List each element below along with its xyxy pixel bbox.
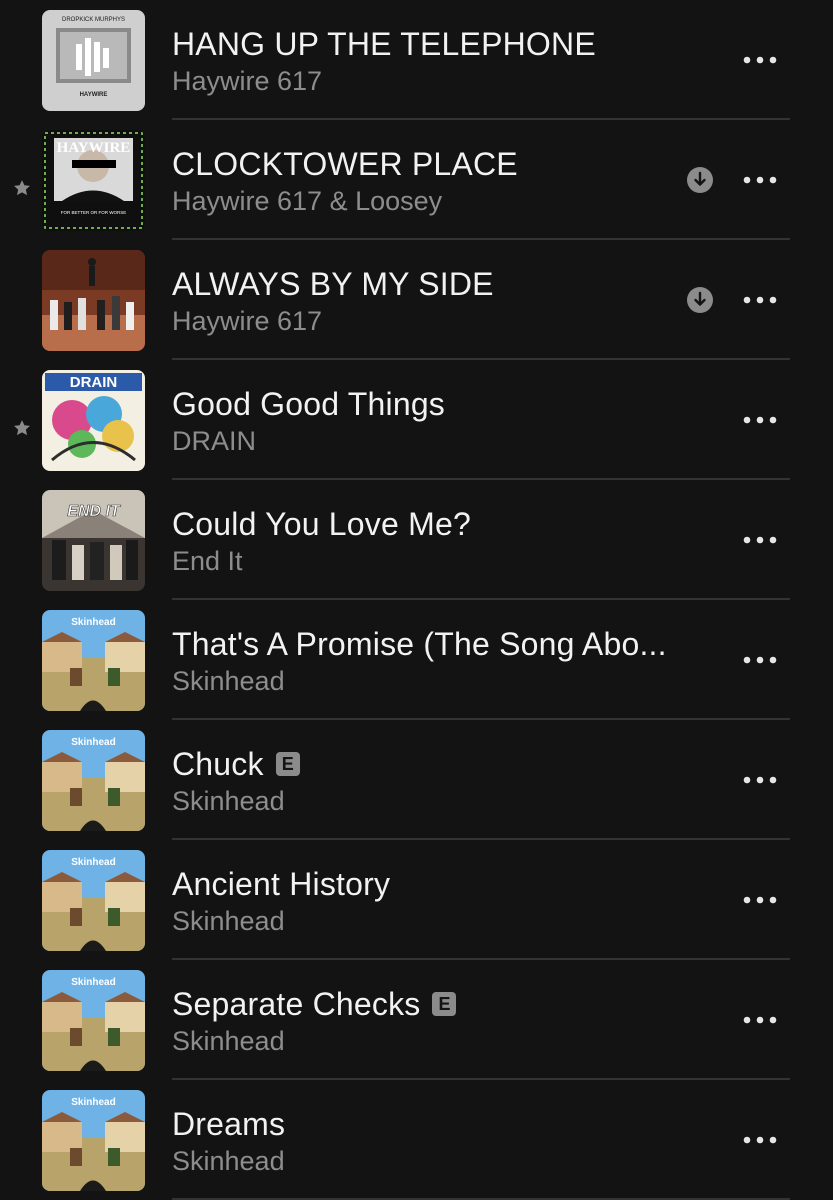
more-icon [743,776,777,784]
song-title: CLOCKTOWER PLACE [172,145,518,182]
downloaded-icon [686,286,714,314]
art-text-top: Skinhead [71,737,115,748]
song-artist: Skinhead [172,1026,285,1056]
star-icon [11,177,33,199]
song-title: ALWAYS BY MY SIDE [172,265,494,302]
song-row[interactable]: HAYWIRE FOR BETTER OR FOR WORSE CLOCKTOW… [0,120,833,240]
song-title-line: Chuck E [172,742,300,786]
song-artist: Skinhead [172,786,285,816]
art-text-top: Skinhead [71,617,115,628]
album-art: END IT [42,490,145,591]
art-text-bottom: FOR BETTER OR FOR WORSE [61,210,127,215]
album-art [42,250,145,351]
song-row[interactable]: Skinhead Separate Checks E Skinhead [0,960,833,1080]
more-icon [743,896,777,904]
song-title-line: Ancient History [172,862,390,906]
song-title-line: ALWAYS BY MY SIDE [172,262,494,306]
song-title: Good Good Things [172,385,446,422]
album-art: DRAIN [42,370,145,471]
more-options-button[interactable] [738,1124,782,1156]
song-title-line: Separate Checks E [172,982,457,1026]
song-row[interactable]: Skinhead Dreams Skinhead [0,1080,833,1200]
art-text-top: Skinhead [71,857,115,868]
art-text-top: DROPKICK MURPHYS [62,17,125,23]
song-title-line: Dreams [172,1102,285,1146]
song-title-line: Could You Love Me? [172,502,471,546]
song-title: HANG UP THE TELEPHONE [172,25,596,62]
song-row[interactable]: END IT Could You Love Me? End It [0,480,833,600]
song-title: That's A Promise (The Song Abo... [172,625,667,662]
album-art: Skinhead [42,1090,145,1191]
song-row[interactable]: Skinhead Chuck E Skinhead [0,720,833,840]
more-icon [743,656,777,664]
more-icon [743,296,777,304]
song-title: Separate Checks [172,985,421,1022]
song-artist: Haywire 617 [172,66,323,96]
album-art: Skinhead [42,610,145,711]
song-title: Ancient History [172,865,391,902]
more-icon [743,416,777,424]
more-icon [743,536,777,544]
album-art: Skinhead [42,850,145,951]
song-artist: Skinhead [172,906,285,936]
more-icon [743,1016,777,1024]
song-title: Could You Love Me? [172,505,471,542]
song-row[interactable]: Skinhead Ancient History Skinhead [0,840,833,960]
more-options-button[interactable] [738,884,782,916]
song-title-line: CLOCKTOWER PLACE [172,142,518,186]
more-icon [743,56,777,64]
song-artist: DRAIN [172,426,257,456]
song-artist: End It [172,546,243,576]
art-text-bottom: HAYWIRE [80,92,108,98]
more-options-button[interactable] [738,164,782,196]
song-row[interactable]: Skinhead That's A Promise (The Song Abo.… [0,600,833,720]
song-artist: Haywire 617 & Loosey [172,186,443,216]
art-text-top: HAYWIRE [57,140,131,156]
art-text-top: DRAIN [70,374,118,391]
more-options-button[interactable] [738,1004,782,1036]
more-icon [743,176,777,184]
art-text-top: Skinhead [71,1097,115,1108]
explicit-badge: E [275,752,300,776]
song-title: Dreams [172,1105,286,1142]
song-title: Chuck [172,745,264,782]
song-row[interactable]: DROPKICK MURPHYS HAYWIRE HANG UP THE TEL… [0,0,833,120]
album-art: HAYWIRE FOR BETTER OR FOR WORSE [42,130,145,231]
song-artist: Skinhead [172,1146,285,1176]
more-options-button[interactable] [738,524,782,556]
album-art: DROPKICK MURPHYS HAYWIRE [42,10,145,111]
more-options-button[interactable] [738,44,782,76]
song-artist: Haywire 617 [172,306,323,336]
more-options-button[interactable] [738,644,782,676]
art-text-top: END IT [67,503,121,520]
song-title-line: HANG UP THE TELEPHONE [172,22,596,66]
more-options-button[interactable] [738,284,782,316]
song-title-line: That's A Promise (The Song Abo... [172,622,667,666]
song-list: DROPKICK MURPHYS HAYWIRE HANG UP THE TEL… [0,0,833,1200]
song-title-line: Good Good Things [172,382,445,426]
song-row[interactable]: ALWAYS BY MY SIDE Haywire 617 [0,240,833,360]
explicit-badge: E [432,992,457,1016]
downloaded-icon [686,166,714,194]
more-options-button[interactable] [738,404,782,436]
song-row[interactable]: DRAIN Good Good Things DRAIN [0,360,833,480]
more-options-button[interactable] [738,764,782,796]
song-artist: Skinhead [172,666,285,696]
star-icon [11,417,33,439]
art-text-top: Skinhead [71,977,115,988]
album-art: Skinhead [42,730,145,831]
more-icon [743,1136,777,1144]
album-art: Skinhead [42,970,145,1071]
